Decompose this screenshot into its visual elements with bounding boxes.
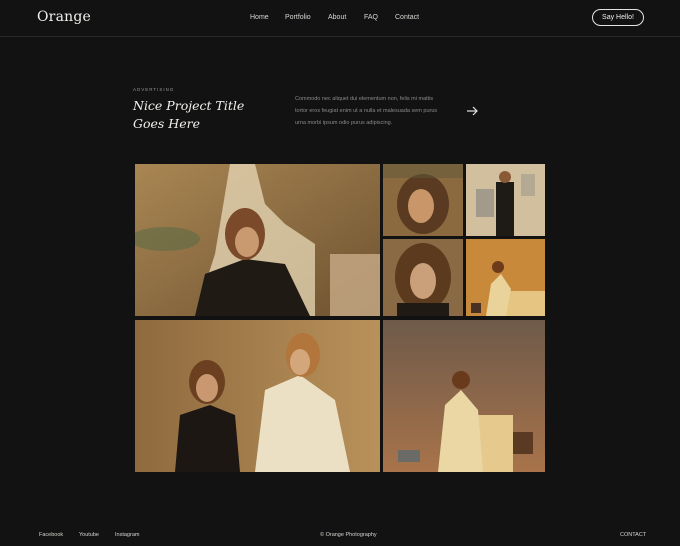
gallery-photo-woman-portrait[interactable] [383, 239, 463, 316]
project-title: Nice Project Title Goes Here [133, 97, 283, 133]
say-hello-button[interactable]: Say Hello! [592, 9, 644, 26]
nav-item-about[interactable]: About [328, 14, 346, 21]
project-description: Commodo nec aliquet dui elementum non, f… [295, 96, 438, 126]
gallery-photo-two-women[interactable] [466, 164, 545, 236]
footer-link-facebook[interactable]: Facebook [39, 532, 63, 538]
gallery-photo-two-women-drinks[interactable] [135, 320, 380, 472]
site-logo[interactable]: Orange [37, 9, 91, 25]
footer-copyright: © Orange Photography [320, 532, 377, 538]
footer-contact-link[interactable]: CONTACT [620, 532, 646, 538]
nav-item-faq[interactable]: FAQ [364, 14, 378, 21]
arrow-right-icon[interactable] [465, 104, 479, 116]
gallery-photo-woman-seated-table[interactable] [466, 239, 545, 316]
project-category: ADVERTISING [133, 87, 175, 92]
nav-item-portfolio[interactable]: Portfolio [285, 14, 311, 21]
footer-link-youtube[interactable]: Youtube [79, 532, 99, 538]
gallery-photo-woman-seated-dress[interactable] [383, 320, 545, 472]
footer-link-instagram[interactable]: Instagram [115, 532, 139, 538]
project-title-line-2: Goes Here [133, 116, 200, 131]
nav-item-contact[interactable]: Contact [395, 14, 419, 21]
gallery-photo-woman-closeup[interactable] [383, 164, 463, 236]
project-title-line-1: Nice Project Title [133, 98, 245, 113]
gallery-photo-woman-reclining[interactable] [135, 164, 380, 316]
site-header: Orange Home Portfolio About FAQ Contact … [0, 0, 680, 37]
nav-item-home[interactable]: Home [250, 14, 269, 21]
